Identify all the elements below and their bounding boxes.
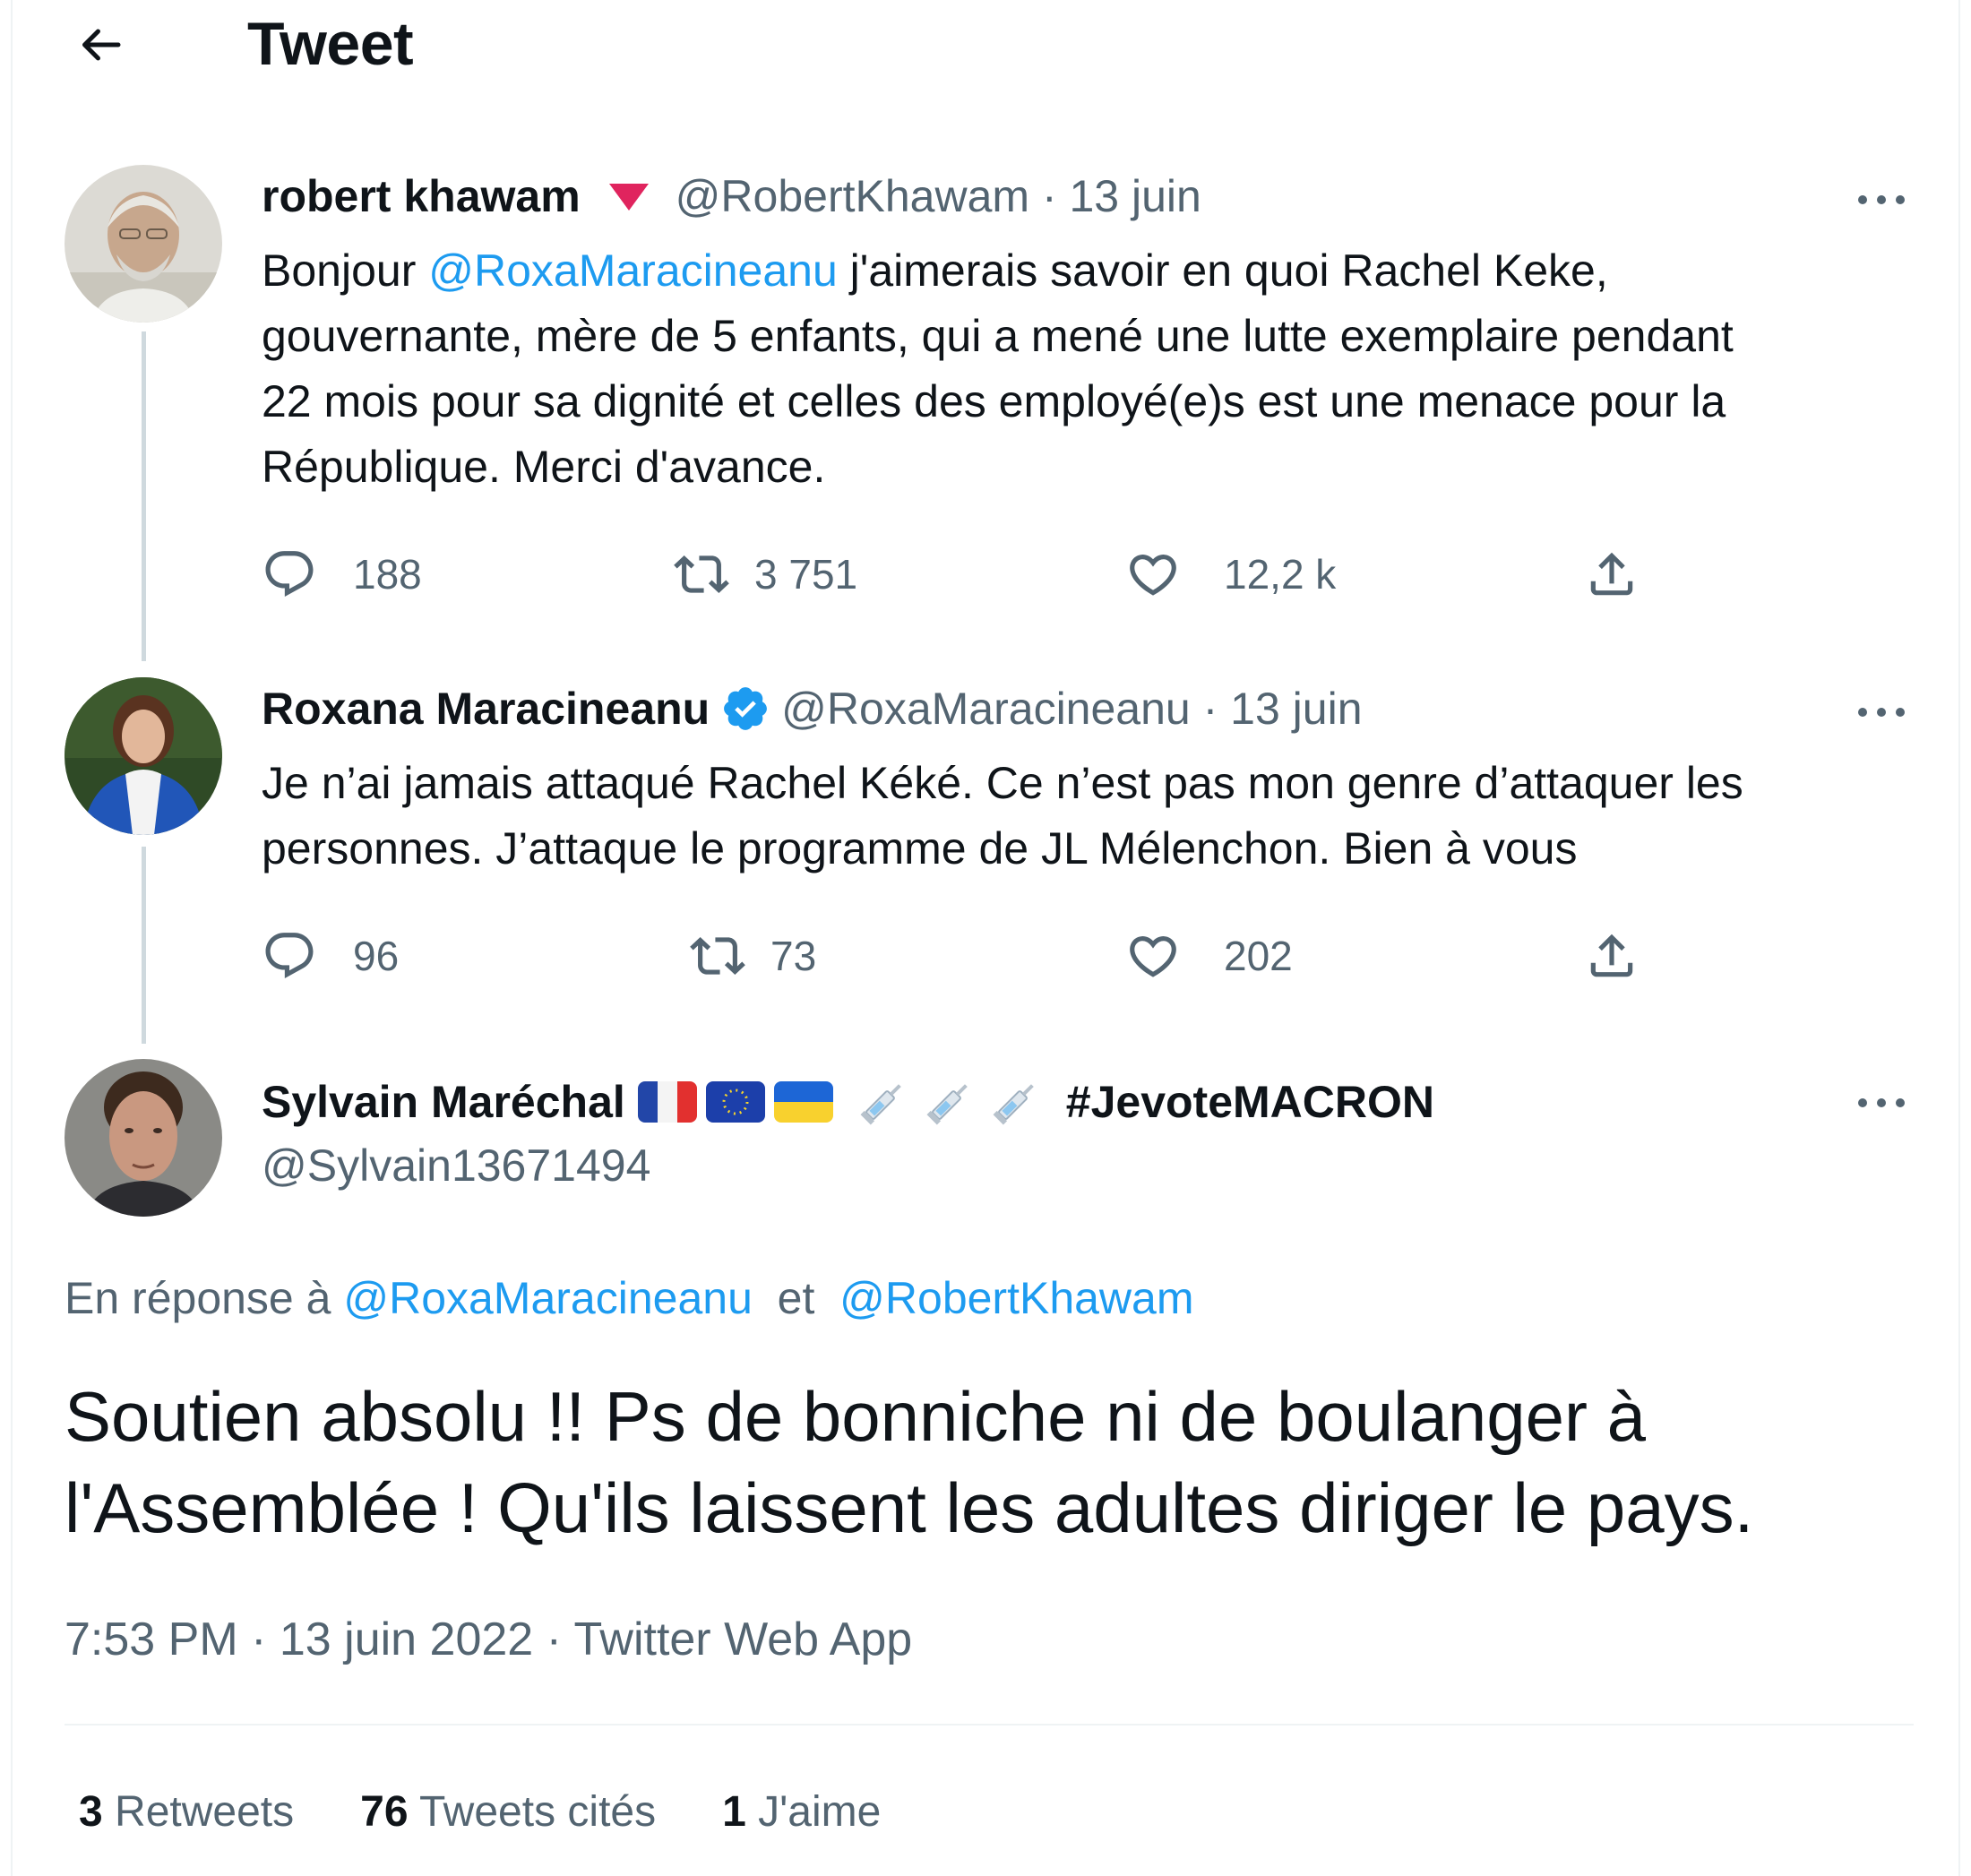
reply-count: 188 — [353, 551, 422, 598]
france-flag-icon — [637, 1081, 697, 1123]
text-line: 22 mois pour sa dignité et celles des em… — [262, 376, 1726, 426]
stat-quote-tweets[interactable]: 76 Tweets cités — [360, 1787, 656, 1837]
tweet-text: Bonjour @RoxaMaracineanu j'aimerais savo… — [262, 238, 1928, 500]
stat-count: 76 — [360, 1788, 409, 1836]
tweet-actions: 188 3 751 12,2 k — [258, 543, 1674, 606]
avatar-robert-khawam[interactable] — [65, 165, 222, 323]
like-button[interactable]: 12,2 k — [1125, 543, 1336, 606]
more-dots-icon — [1858, 195, 1905, 204]
stat-label: Tweets cités — [419, 1788, 657, 1836]
more-button[interactable] — [1846, 1080, 1917, 1125]
tweet-date[interactable]: 13 juin — [1069, 170, 1201, 222]
retweet-icon — [674, 555, 729, 593]
more-dots-icon — [1858, 1098, 1905, 1107]
heart-icon — [1130, 555, 1176, 596]
hashtag-link[interactable]: #JevoteMACRON — [1066, 1076, 1434, 1128]
retweet-button[interactable]: 73 — [690, 925, 816, 987]
reply-and: et — [752, 1273, 840, 1323]
mention-link[interactable]: @RobertKhawam — [839, 1273, 1193, 1323]
author-handle[interactable]: @RobertKhawam — [676, 170, 1029, 222]
red-triangle-icon — [608, 184, 649, 211]
stat-label: J'aime — [758, 1788, 882, 1836]
mention-link[interactable]: @RoxaMaracineanu — [428, 245, 838, 296]
retweet-button[interactable]: 3 751 — [674, 543, 857, 606]
back-button[interactable] — [68, 13, 133, 77]
divider — [65, 1724, 1914, 1725]
eu-flag-icon — [705, 1081, 765, 1123]
like-button[interactable]: 202 — [1125, 925, 1293, 987]
text-segment: Bonjour — [262, 245, 429, 296]
stat-count: 1 — [722, 1788, 746, 1836]
thread-line — [142, 847, 146, 1044]
text-line: Soutien absolu !! Ps de bonniche ni de b… — [65, 1377, 1646, 1456]
mention-link[interactable]: @RoxaMaracineanu — [343, 1273, 753, 1323]
like-count: 202 — [1224, 933, 1293, 979]
text-line: République. Merci d'avance. — [262, 442, 826, 492]
comment-icon — [265, 933, 314, 979]
author-handle[interactable]: @RoxaMaracineanu — [781, 683, 1191, 735]
retweet-count: 3 751 — [754, 551, 858, 598]
text-line: personnes. J’attaque le programme de JL … — [262, 823, 1578, 873]
avatar-sylvain-marechal[interactable] — [65, 1059, 222, 1217]
separator-dot: · — [1029, 171, 1070, 221]
share-icon — [1590, 552, 1633, 596]
thread-line — [142, 331, 146, 661]
tweet-date[interactable]: 13 juin — [1230, 683, 1362, 735]
syringe-icon — [926, 1084, 968, 1125]
more-button[interactable] — [1846, 690, 1917, 735]
ukraine-flag-icon — [773, 1081, 833, 1123]
page-header: Tweet — [0, 0, 1971, 99]
avatar-roxana-maracineanu[interactable] — [65, 677, 222, 835]
tweet-text: Je n’ai jamais attaqué Rachel Kéké. Ce n… — [262, 751, 1928, 882]
text-line: Je n’ai jamais attaqué Rachel Kéké. Ce n… — [262, 758, 1743, 808]
stat-label: Retweets — [115, 1788, 295, 1836]
separator-dot: · — [1190, 684, 1231, 734]
stat-count: 3 — [79, 1788, 103, 1836]
text-segment: j'aimerais savoir en quoi Rachel Keke, — [837, 245, 1608, 296]
reply-label: En réponse à — [65, 1273, 344, 1323]
author-name[interactable]: Sylvain Maréchal — [262, 1076, 625, 1128]
author-name[interactable]: robert khawam — [262, 170, 581, 222]
author-handle[interactable]: @Sylvain13671494 — [262, 1140, 650, 1192]
share-button[interactable] — [1584, 543, 1640, 606]
author-name[interactable]: Roxana Maracineanu — [262, 683, 710, 735]
more-dots-icon — [1858, 708, 1905, 717]
retweet-count: 73 — [770, 933, 817, 979]
author-handle-row: @Sylvain13671494 — [262, 1140, 650, 1192]
syringe-icon — [860, 1084, 901, 1125]
heart-icon — [1130, 936, 1176, 977]
tweet-header: Roxana Maracineanu @RoxaMaracineanu · 13… — [262, 683, 1363, 735]
like-count: 12,2 k — [1224, 551, 1337, 598]
reply-context: En réponse à @RoxaMaracineanu et @Robert… — [65, 1272, 1194, 1324]
stat-likes[interactable]: 1 J'aime — [722, 1787, 881, 1837]
stat-retweets[interactable]: 3 Retweets — [79, 1787, 294, 1837]
verified-badge-icon — [724, 687, 768, 730]
arrow-left-icon — [82, 29, 121, 61]
retweet-icon — [690, 937, 745, 975]
text-line: gouvernante, mère de 5 enfants, qui a me… — [262, 311, 1734, 361]
text-line: l'Assemblée ! Qu'ils laissent les adulte… — [65, 1468, 1754, 1547]
tweet-actions: 96 73 202 — [258, 925, 1674, 987]
share-button[interactable] — [1584, 925, 1640, 987]
syringe-icon — [993, 1084, 1034, 1125]
main-tweet-text: Soutien absolu !! Ps de bonniche ni de b… — [65, 1371, 1946, 1553]
more-button[interactable] — [1846, 177, 1917, 222]
tweet-header: robert khawam @RobertKhawam · 13 juin — [262, 170, 1201, 222]
engagement-stats: 3 Retweets 76 Tweets cités 1 J'aime — [79, 1787, 947, 1837]
share-icon — [1590, 934, 1633, 977]
reply-count: 96 — [353, 933, 400, 979]
reply-button[interactable]: 188 — [262, 543, 422, 606]
reply-button[interactable]: 96 — [262, 925, 399, 987]
page-title: Tweet — [247, 10, 414, 78]
tweet-header: Sylvain Maréchal #JevoteMACRON — [262, 1073, 1434, 1131]
comment-icon — [265, 551, 314, 598]
tweet-metadata[interactable]: 7:53 PM · 13 juin 2022 · Twitter Web App — [65, 1613, 912, 1666]
